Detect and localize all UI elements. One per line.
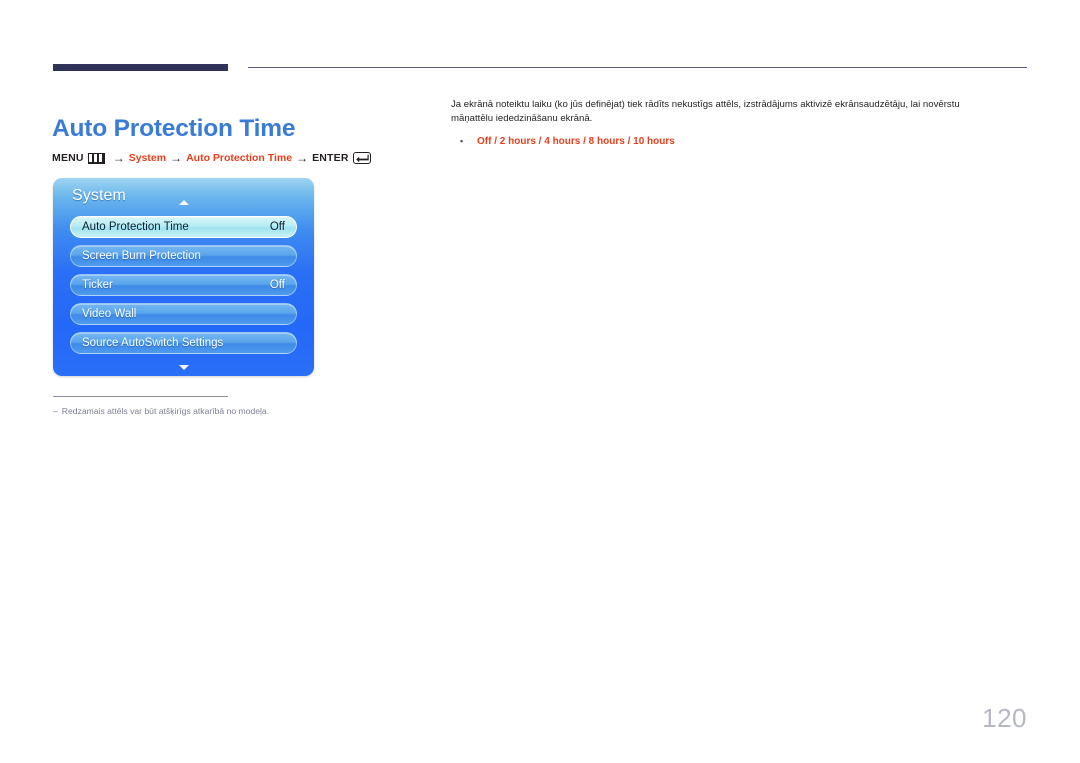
breadcrumb-arrow-1: → [112,151,125,165]
footnote: – Redzamais attēls var būt atšķirīgs atk… [53,406,353,416]
breadcrumb-arrow-2: → [170,151,183,165]
osd-menu-panel[interactable]: System Auto Protection Time Off Screen B… [53,178,314,376]
footnote-block: – Redzamais attēls var būt atšķirīgs atk… [53,396,353,416]
osd-item-value: Off [269,221,285,233]
osd-item-label: Screen Burn Protection [82,250,201,262]
breadcrumb-arrow-3: → [296,151,309,165]
chevron-up-icon[interactable] [179,200,189,205]
footnote-dash: – [53,406,58,416]
header-rule-thick [53,64,228,71]
breadcrumb-step-system: System [128,151,167,164]
header-rules [53,62,1027,74]
osd-item-label: Source AutoSwitch Settings [82,337,224,349]
page-number: 120 [982,703,1027,733]
osd-item-ticker[interactable]: Ticker Off [70,274,297,296]
menu-grid-icon [87,152,105,164]
osd-item-label: Auto Protection Time [82,221,189,233]
osd-item-label: Video Wall [82,308,137,320]
footnote-text: Redzamais attēls var būt atšķirīgs atkar… [61,406,270,416]
breadcrumb-menu-label: MENU [52,151,84,164]
osd-item-auto-protection-time[interactable]: Auto Protection Time Off [70,216,297,238]
options-list: Off / 2 hours / 4 hours / 8 hours / 10 h… [451,134,985,149]
breadcrumb: MENU → System → Auto Protection Time → E… [52,152,371,164]
footnote-divider [53,396,228,397]
list-item-options: Off / 2 hours / 4 hours / 8 hours / 10 h… [451,134,985,149]
breadcrumb-enter-label: ENTER [312,151,349,164]
options-values: Off / 2 hours / 4 hours / 8 hours / 10 h… [477,135,675,147]
chevron-down-icon[interactable] [179,365,189,370]
body-paragraph: Ja ekrānā noteiktu laiku (ko jūs definēj… [451,99,960,125]
enter-return-icon [352,152,371,164]
osd-item-value: Off [269,279,285,291]
osd-menu-list: Auto Protection Time Off Screen Burn Pro… [70,216,297,361]
header-rule-thin [248,67,1027,69]
osd-item-video-wall[interactable]: Video Wall [70,303,297,325]
page-title: Auto Protection Time [52,115,296,143]
body-content: Ja ekrānā noteiktu laiku (ko jūs definēj… [451,98,985,149]
osd-item-source-autoswitch-settings[interactable]: Source AutoSwitch Settings [70,332,297,354]
osd-panel-title: System [72,187,126,204]
breadcrumb-step-auto-protection-time: Auto Protection Time [186,151,293,164]
osd-item-label: Ticker [82,279,113,291]
osd-item-screen-burn-protection[interactable]: Screen Burn Protection [70,245,297,267]
